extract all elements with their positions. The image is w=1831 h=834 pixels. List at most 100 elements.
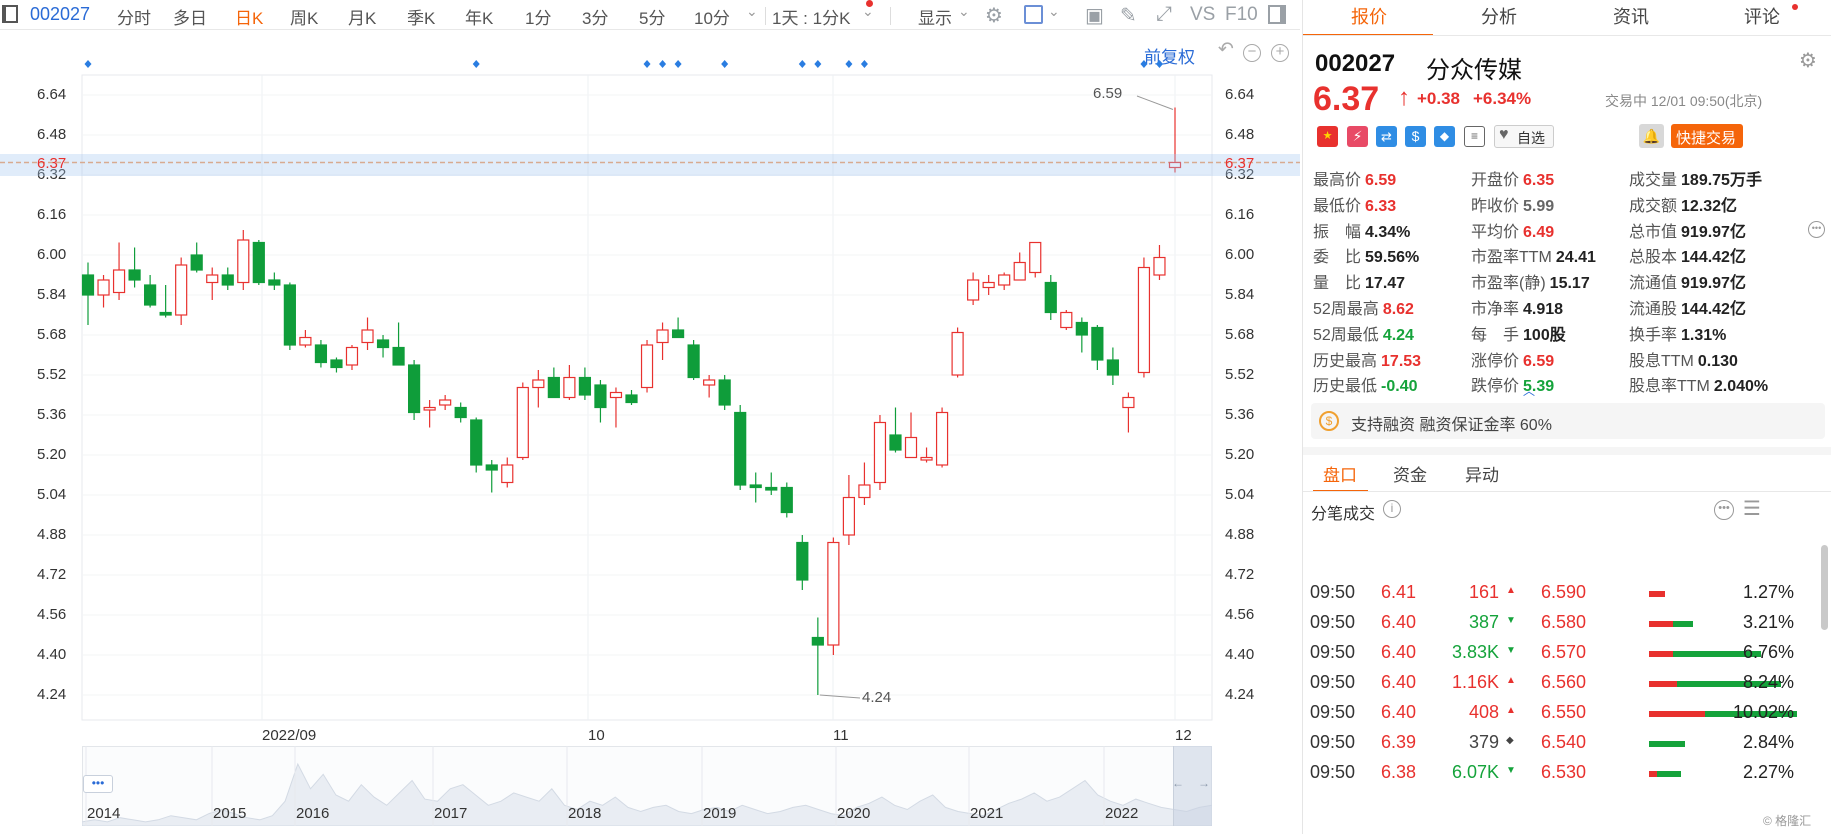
sidebar-toggle-icon[interactable] [2, 5, 18, 23]
event-marker-icon[interactable] [643, 60, 651, 68]
candle[interactable] [765, 472, 778, 496]
candle[interactable] [609, 387, 623, 428]
candle[interactable] [252, 240, 265, 285]
candle[interactable] [470, 417, 483, 473]
candle[interactable] [904, 412, 918, 459]
candle[interactable] [392, 322, 405, 366]
hk-connect-icon[interactable]: ⚡ [1347, 126, 1368, 147]
candle[interactable] [796, 535, 809, 590]
candle[interactable] [221, 267, 234, 291]
candle[interactable] [314, 340, 328, 368]
candle[interactable] [703, 375, 716, 398]
candle[interactable] [578, 367, 592, 401]
candle[interactable] [734, 405, 747, 490]
event-marker-icon[interactable] [798, 60, 806, 68]
add-watchlist-button[interactable]: ♥ 自选 [1494, 125, 1554, 148]
candle[interactable] [1122, 392, 1135, 433]
tab-analysis[interactable]: 分析 [1481, 3, 1517, 29]
candle[interactable] [656, 322, 669, 361]
tab-3min[interactable]: 3分 [582, 4, 608, 29]
period-select[interactable]: 1天 : 1分K [772, 4, 850, 29]
camera-icon[interactable]: ▣ [1085, 3, 1104, 28]
candle[interactable] [283, 282, 296, 351]
event-marker-icon[interactable] [472, 60, 480, 68]
tab-news[interactable]: 资讯 [1613, 3, 1649, 29]
candle[interactable] [1137, 257, 1151, 378]
compare-vs-button[interactable]: VS [1190, 4, 1215, 26]
candle[interactable] [811, 617, 824, 696]
tab-monthly-k[interactable]: 月K [348, 4, 376, 29]
notes-icon[interactable]: ≡ [1464, 126, 1485, 147]
candle[interactable] [873, 415, 887, 490]
candle[interactable] [159, 285, 172, 318]
candle[interactable] [299, 330, 312, 348]
candle[interactable] [951, 327, 964, 378]
candle[interactable] [780, 482, 793, 518]
event-marker-icon[interactable] [860, 60, 868, 68]
candle[interactable] [1153, 245, 1166, 280]
candle[interactable] [749, 472, 762, 503]
candle[interactable] [625, 390, 638, 405]
candle[interactable] [967, 272, 980, 306]
shuffle-icon[interactable]: ⇄ [1376, 126, 1397, 147]
tab-weekly-k[interactable]: 周K [290, 4, 318, 29]
event-marker-icon[interactable] [1140, 60, 1148, 68]
tab-1min[interactable]: 1分 [525, 4, 551, 29]
event-marker-icon[interactable] [84, 60, 92, 68]
candle[interactable] [81, 262, 95, 326]
candle[interactable] [1029, 241, 1042, 278]
candle[interactable] [935, 407, 949, 468]
fullscreen-icon[interactable]: ⤢ [1156, 3, 1172, 26]
alert-bell-button[interactable]: 🔔 [1639, 124, 1664, 148]
candle[interactable] [547, 367, 560, 399]
tag-icon[interactable]: ◆ [1434, 126, 1455, 147]
candle[interactable] [640, 340, 654, 393]
chevron-down-icon[interactable]: ⌄ [746, 3, 758, 20]
candle[interactable] [439, 395, 452, 410]
pencil-icon[interactable]: ✎ [1120, 3, 1137, 28]
candle[interactable] [671, 317, 685, 339]
settings-gear-icon[interactable]: ⚙ [985, 3, 1003, 28]
display-menu[interactable]: 显示 [918, 4, 952, 29]
tab-5min[interactable]: 5分 [639, 4, 665, 29]
tab-intraday[interactable]: 分时 [117, 4, 151, 29]
candle[interactable] [454, 402, 467, 423]
candle[interactable] [516, 382, 529, 461]
tab-daily-k[interactable]: 日K [235, 4, 263, 29]
candle[interactable] [687, 340, 700, 380]
tab-multi-day[interactable]: 多日 [173, 4, 207, 29]
navigator-right-arrow-icon[interactable]: → [1198, 776, 1210, 790]
candle[interactable] [485, 460, 498, 493]
tab-capital-flow[interactable]: 资金 [1393, 461, 1427, 486]
candle[interactable] [237, 230, 250, 290]
event-marker-icon[interactable] [674, 60, 682, 68]
quick-trade-button[interactable]: 快捷交易 [1671, 124, 1743, 148]
candle[interactable] [408, 360, 421, 420]
candle[interactable] [842, 475, 856, 545]
candle[interactable] [1106, 347, 1119, 386]
candle[interactable] [563, 365, 576, 400]
candle[interactable] [268, 272, 281, 291]
expand-chevron-icon[interactable]: ︿ [1523, 382, 1535, 399]
candle[interactable] [1060, 310, 1073, 330]
candle[interactable] [858, 462, 871, 506]
candle[interactable] [1075, 317, 1088, 353]
navigator-menu-button[interactable]: ••• [83, 775, 113, 793]
candle[interactable] [112, 242, 126, 301]
info-icon[interactable]: i [1383, 500, 1401, 518]
candle[interactable] [175, 257, 188, 326]
candle[interactable] [998, 272, 1011, 291]
candle[interactable] [827, 537, 840, 656]
event-marker-icon[interactable] [845, 60, 853, 68]
candle[interactable] [144, 275, 157, 308]
panel-toggle-icon[interactable] [1268, 5, 1286, 24]
event-marker-icon[interactable] [659, 60, 667, 68]
tab-10min[interactable]: 10分 [694, 4, 730, 29]
candle[interactable] [361, 317, 374, 351]
dollar-icon[interactable]: $ [1405, 126, 1426, 147]
candle[interactable] [128, 247, 141, 288]
candle[interactable] [376, 335, 390, 358]
panel-settings-icon[interactable]: ⚙ [1799, 48, 1817, 73]
navigator-left-arrow-icon[interactable]: ← [1172, 776, 1184, 790]
event-marker-icon[interactable] [1155, 60, 1163, 68]
